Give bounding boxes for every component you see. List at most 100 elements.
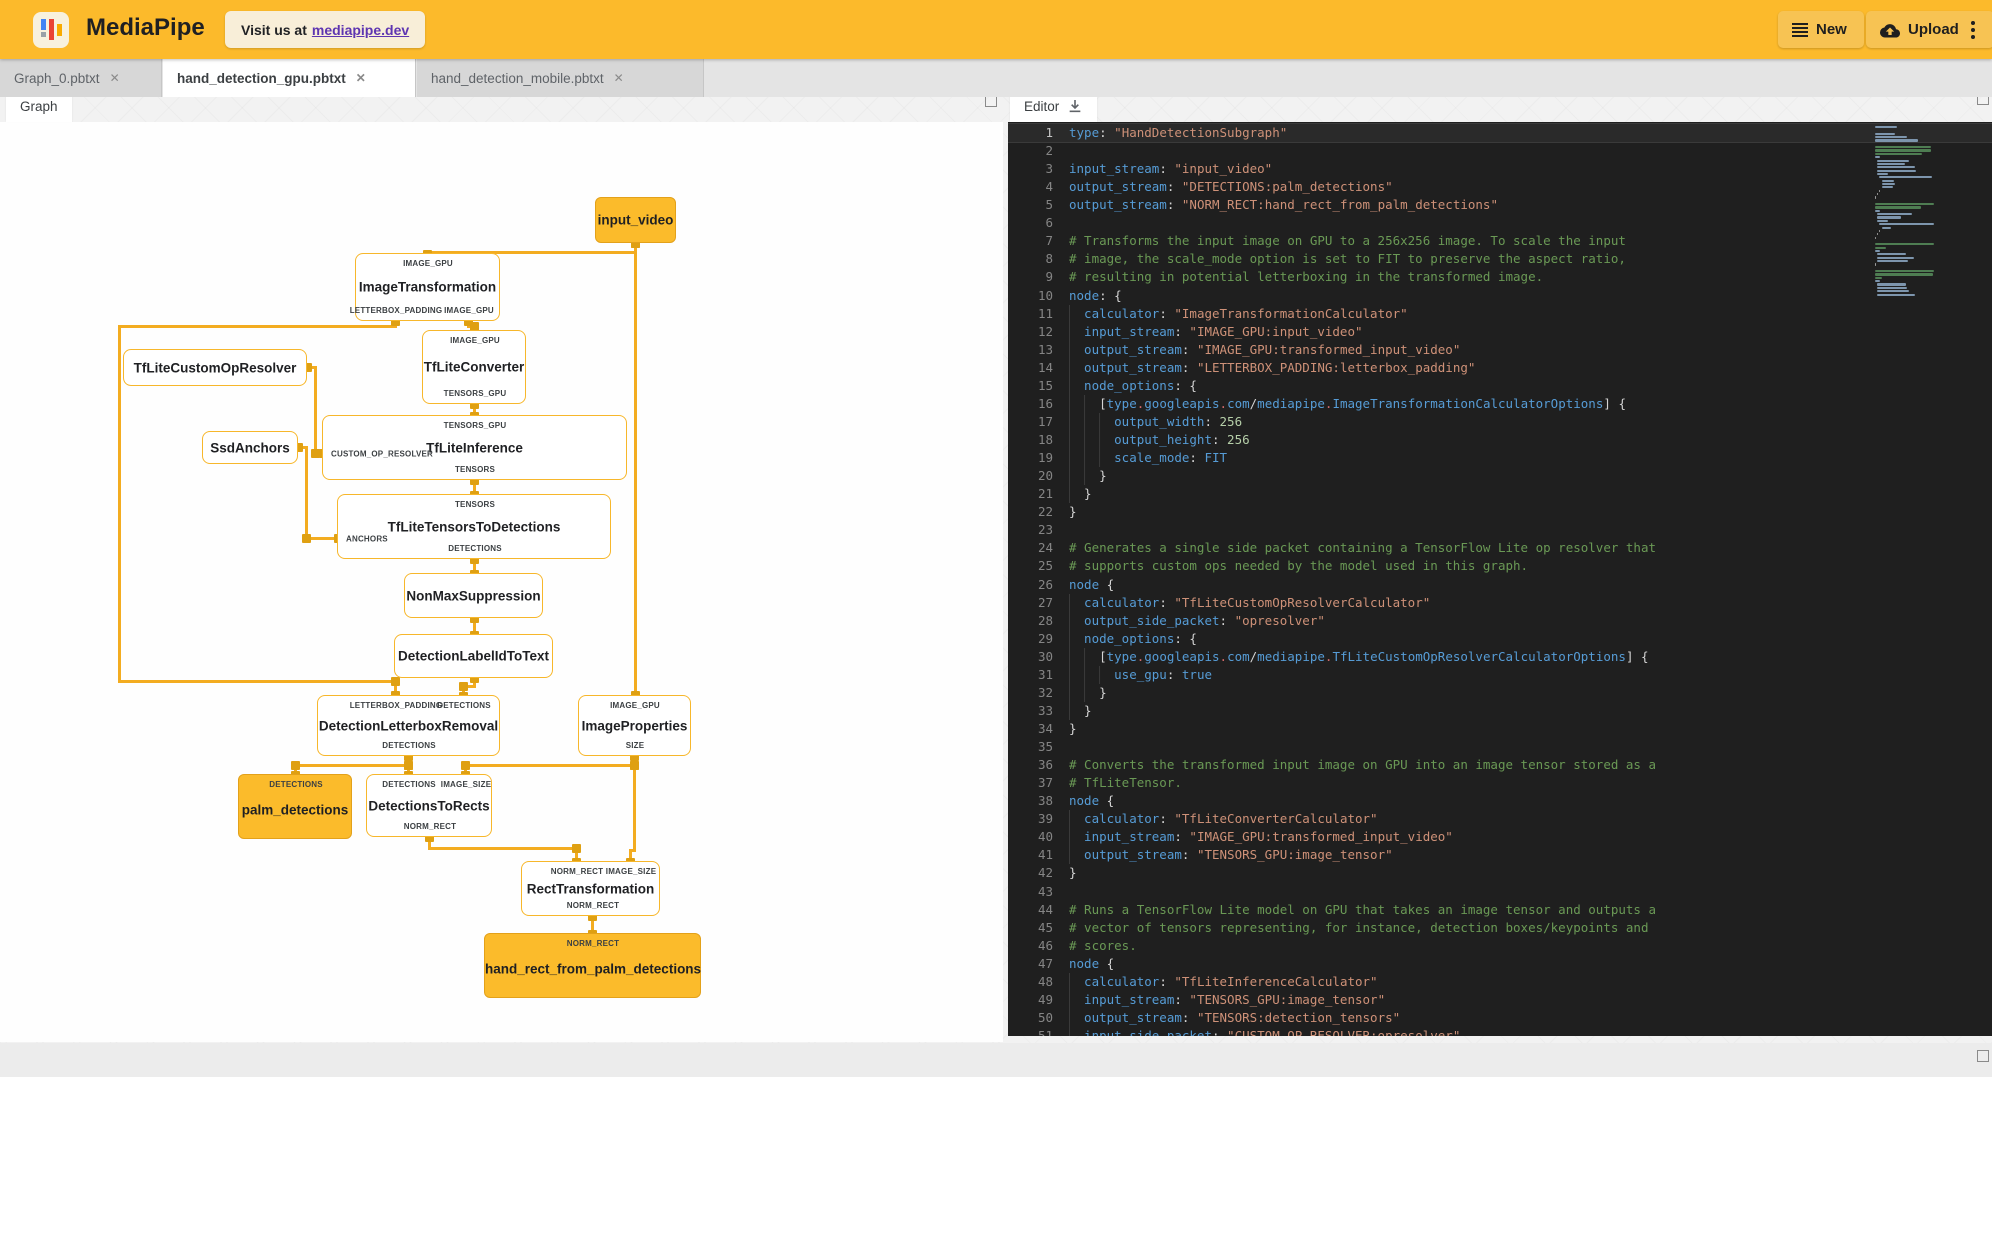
- code-line: 24 # Generates a single side packet conta…: [1008, 539, 1992, 557]
- port-label-image_gpu: IMAGE_GPU: [444, 306, 494, 315]
- port-label-tensors_gpu: TENSORS_GPU: [443, 389, 507, 398]
- graph-node-SsdAnchors[interactable]: SsdAnchors: [202, 431, 298, 464]
- line-number: 11: [1037, 305, 1053, 321]
- line-number: 22: [1037, 504, 1053, 520]
- line-number: 25: [1037, 558, 1053, 574]
- graph-node-TfLiteCustomOpResolver[interactable]: TfLiteCustomOpResolver: [123, 349, 307, 386]
- node-title: hand_rect_from_palm_detections: [485, 961, 702, 977]
- graph-node-DetectionsToRects[interactable]: DetectionsToRects DETECTIONS IMAGE_SIZE NOR…: [366, 774, 492, 837]
- minimap-line: [1877, 159, 1910, 162]
- list-icon: [1792, 22, 1808, 37]
- tab-hand-detection-gpu-pbtxt[interactable]: hand_detection_gpu.pbtxt ✕: [163, 59, 416, 97]
- graph-node-TfLiteInference[interactable]: TfLiteInference TENSORS_GPU TENSORS CUSTOM_…: [322, 415, 627, 480]
- tab-graph-0-pbtxt[interactable]: Graph_0.pbtxt ✕: [0, 59, 162, 97]
- graph-node-TfLiteConverter[interactable]: TfLiteConverter IMAGE_GPU TENSORS_GPU: [422, 330, 526, 404]
- graph-node-input_video[interactable]: input_video: [595, 197, 676, 243]
- code-line: 19 scale_mode: FIT: [1008, 449, 1992, 468]
- minimap-line: [1875, 276, 1882, 279]
- minimap-line: [1877, 233, 1878, 236]
- minimap-line: [1875, 152, 1923, 155]
- close-icon[interactable]: ✕: [614, 71, 624, 85]
- graph-node-TfLiteTensorsToDetections[interactable]: TfLiteTensorsToDetections TENSORS DETECTIO…: [337, 494, 611, 559]
- minimap-line: [1875, 249, 1880, 253]
- editor-tab-label: Editor: [1024, 98, 1060, 114]
- code-line: 46 # scores.: [1008, 937, 1992, 955]
- tab-hand-detection-mobile-pbtxt[interactable]: hand_detection_mobile.pbtxt ✕: [417, 59, 704, 97]
- node-title: palm_detections: [241, 802, 349, 818]
- minimap-line: [1875, 126, 1897, 129]
- minimap-line: [1877, 290, 1909, 293]
- graph-node-ImageTransformation[interactable]: ImageTransformation IMAGE_GPU LETTERBOX_PA…: [350, 253, 500, 321]
- app-title: MediaPipe: [86, 14, 205, 41]
- node-title: ImageProperties: [581, 718, 688, 733]
- line-number: 41: [1037, 847, 1053, 863]
- code-line: 51 input_side_packet: "CUSTOM_OP_RESOLVER…: [1008, 1027, 1992, 1036]
- close-icon[interactable]: ✕: [110, 71, 120, 85]
- minimap-line: [1875, 149, 1931, 152]
- minimap-line: [1875, 196, 1876, 199]
- download-icon[interactable]: [1067, 98, 1083, 114]
- graph-node-RectTransformation[interactable]: RectTransformation NORM_RECT IMAGE_SIZE NOR…: [521, 861, 660, 916]
- minimap-line: [1877, 213, 1912, 216]
- port-label-detections: DETECTIONS: [382, 741, 436, 750]
- node-title: DetectionLabelIdToText: [397, 648, 549, 664]
- minimap-line: [1875, 156, 1881, 159]
- code-line: 11 calculator: "ImageTransformationCalcul…: [1008, 304, 1992, 323]
- visit-chip: Visit us at mediapipe.dev: [225, 11, 426, 48]
- graph-node-DetectionLetterboxRemoval[interactable]: DetectionLetterboxRemoval LETTERBOX_PADDI…: [317, 695, 500, 756]
- line-number: 20: [1037, 468, 1053, 484]
- minimap-line: [1877, 286, 1908, 289]
- mediapipe-logo-icon: [33, 12, 69, 48]
- minimap-line: [1875, 273, 1933, 276]
- minimap-line: [1875, 139, 1918, 142]
- code-line: 7 # Transforms the input image on GPU to …: [1008, 232, 1992, 250]
- line-number: 36: [1037, 757, 1053, 773]
- code-line: 39 calculator: "TfLiteConverterCalculator…: [1008, 810, 1992, 829]
- line-number: 51: [1037, 1028, 1053, 1036]
- expand-feedback-panel-icon[interactable]: [1977, 1050, 1989, 1062]
- line-number: 2: [1045, 143, 1053, 159]
- more-options-icon[interactable]: [1970, 20, 1975, 39]
- graph-node-DetectionLabelIdToText[interactable]: DetectionLabelIdToText: [394, 634, 553, 678]
- graph-node-NonMaxSuppression[interactable]: NonMaxSuppression: [404, 573, 543, 618]
- line-number: 45: [1037, 919, 1053, 935]
- line-number: 3: [1045, 161, 1053, 177]
- close-icon[interactable]: ✕: [356, 71, 366, 85]
- graph-node-ImageProperties[interactable]: ImageProperties IMAGE_GPU SIZE: [578, 695, 691, 756]
- line-number: 47: [1037, 955, 1053, 971]
- node-title: SsdAnchors: [210, 440, 290, 455]
- minimap-line: [1881, 182, 1896, 186]
- mediapipe-visualizer: MediaPipe Visit us at mediapipe.dev New …: [0, 0, 1992, 1242]
- code-line: 20}: [1008, 467, 1992, 486]
- code-editor[interactable]: 1 type: "HandDetectionSubgraph" 2 3 input_st…: [1008, 122, 1992, 1036]
- cloud-upload-icon: [1880, 23, 1900, 37]
- line-number: 1: [1045, 125, 1053, 140]
- minimap-line: [1875, 263, 1876, 266]
- code-line: 44 # Runs a TensorFlow Lite model on GPU …: [1008, 901, 1992, 919]
- port-label-detections: DETECTIONS: [448, 544, 502, 553]
- mediapipe-dev-link[interactable]: mediapipe.dev: [312, 22, 409, 38]
- line-number: 28: [1037, 612, 1053, 628]
- code-line: 2: [1008, 142, 1992, 160]
- port-label-anchors: ANCHORS: [346, 534, 388, 544]
- port-label-image_size: IMAGE_SIZE: [605, 867, 657, 876]
- line-number: 12: [1037, 323, 1053, 339]
- new-button-label: New: [1816, 21, 1847, 38]
- port-label-size: SIZE: [625, 741, 645, 750]
- new-button[interactable]: New: [1778, 11, 1864, 48]
- editor-minimap[interactable]: [1875, 122, 1970, 1036]
- port-label-tensors_gpu: TENSORS_GPU: [443, 421, 507, 430]
- code-line: 12 input_stream: "IMAGE_GPU:input_video": [1008, 322, 1992, 341]
- code-line: 38 node {: [1008, 792, 1992, 810]
- line-number: 7: [1045, 233, 1053, 249]
- line-number: 30: [1037, 648, 1053, 664]
- code-line: 37 # TfLiteTensor.: [1008, 774, 1992, 792]
- minimap-line: [1877, 172, 1889, 176]
- port-label-norm_rect: NORM_RECT: [550, 867, 604, 876]
- code-line: 36 # Converts the transformed input image…: [1008, 756, 1992, 774]
- upload-button[interactable]: Upload: [1866, 11, 1992, 48]
- graph-node-palm_detections[interactable]: palm_detections DETECTIONS: [238, 774, 352, 839]
- minimap-line: [1877, 256, 1914, 259]
- code-line: 16 [type.googleapis.com/mediapipe.ImageTr…: [1008, 394, 1992, 413]
- graph-node-hand_rect_from_palm_detections[interactable]: hand_rect_from_palm_detections NORM_RECT: [484, 933, 701, 998]
